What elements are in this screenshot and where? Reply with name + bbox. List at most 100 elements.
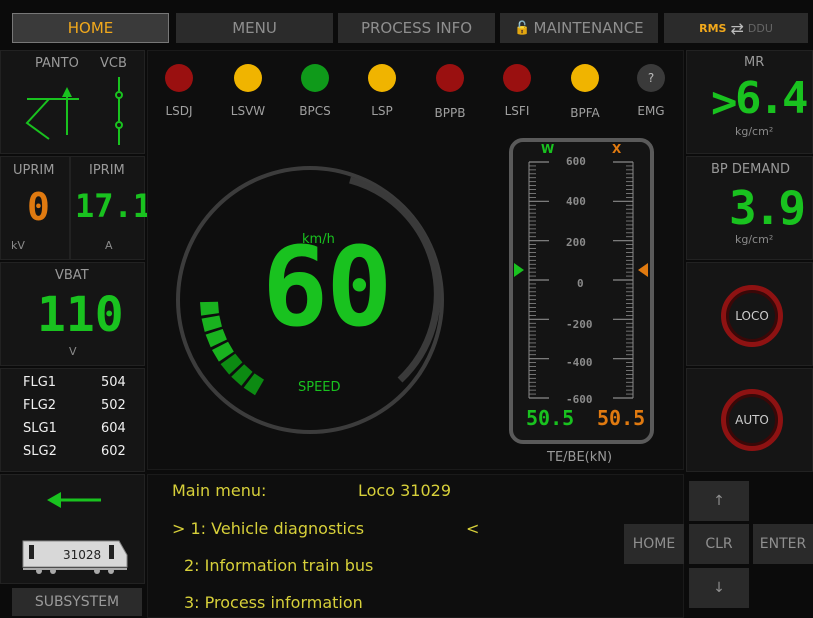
tebe-right-value: 50.5: [597, 406, 646, 430]
iprim-value: 17.1: [75, 187, 153, 225]
tab-rms-ddu[interactable]: RMS ⇄ DDU: [664, 13, 808, 43]
iprim-unit: A: [105, 239, 113, 252]
tebe-tick-label: -200: [566, 318, 593, 331]
home-button-label: HOME: [632, 536, 676, 552]
mr-label: MR: [744, 55, 765, 70]
lamp-label: LSVW: [230, 104, 266, 118]
clear-button-label: CLR: [705, 536, 733, 552]
panto-vcb-panel: PANTO VCB: [0, 50, 145, 154]
tebe-caption: TE/BE(kN): [547, 450, 613, 465]
flag-value: 504: [101, 375, 126, 390]
bp-demand-unit: kg/cm²: [735, 233, 774, 246]
vbat-label: VBAT: [55, 268, 89, 283]
lamp-lsvw-indicator: [234, 64, 262, 92]
lamp-emg-indicator: ?: [637, 64, 665, 92]
arrow-left-icon: [47, 492, 101, 508]
bp-demand-value: 3.9: [729, 181, 806, 235]
speed-value: 60: [262, 223, 392, 351]
loco-button[interactable]: LOCO: [721, 285, 783, 347]
mr-value-prefix: >: [711, 77, 738, 128]
lamp-label: LSDJ: [165, 104, 193, 118]
lock-icon: 🔓: [514, 20, 531, 36]
lamp-label: LSFI: [504, 104, 530, 118]
vcb-label: VCB: [100, 56, 127, 71]
tebe-tick-label: 200: [566, 236, 586, 249]
subsystem-button[interactable]: SUBSYSTEM: [12, 588, 142, 616]
panto-label: PANTO: [35, 56, 79, 71]
rms-label: RMS: [699, 21, 727, 35]
tebe-right-marker: [638, 263, 648, 277]
menu-item-vehicle-diagnostics[interactable]: > 1: Vehicle diagnostics: [172, 519, 364, 538]
lamp-bpfa-indicator: [571, 64, 599, 92]
flag-name: FLG2: [23, 398, 57, 413]
tebe-x-label: X: [612, 142, 622, 156]
arrow-up-icon: ↑: [713, 493, 725, 509]
lamp-lsfi-indicator: [503, 64, 531, 92]
flag-value: 502: [101, 398, 126, 413]
lamp-label: LSP: [371, 104, 393, 118]
menu-item-process-information[interactable]: 3: Process information: [184, 593, 363, 612]
tebe-tick-label: -600: [566, 393, 593, 406]
menu-loco: Loco 31029: [358, 481, 451, 500]
tab-home-label: HOME: [67, 19, 114, 37]
tebe-tick-label: 400: [566, 195, 586, 208]
uprim-value: 0: [27, 185, 50, 229]
loco-direction-panel: 31028: [0, 474, 145, 584]
bp-demand-panel: BP DEMAND 3.9 kg/cm²: [686, 156, 813, 260]
enter-button-label: ENTER: [759, 536, 807, 552]
auto-button-panel: AUTO: [686, 368, 813, 472]
tab-process-info[interactable]: PROCESS INFO: [338, 13, 495, 43]
subsystem-label: SUBSYSTEM: [34, 594, 120, 610]
tebe-tick-label: -400: [566, 356, 593, 369]
vcb-breaker-icon: [115, 77, 123, 145]
lamp-lsdj-indicator: [165, 64, 193, 92]
flag-list: FLG1 504 FLG2 502 SLG1 604 SLG2 602: [0, 368, 145, 472]
help-icon: ?: [647, 71, 655, 85]
ddu-label: DDU: [747, 21, 773, 35]
clear-button[interactable]: CLR: [689, 524, 749, 564]
menu-cursor-end: <: [466, 519, 480, 538]
flag-name: FLG1: [23, 375, 57, 390]
loco-number: 31028: [63, 548, 102, 562]
flag-value: 602: [101, 444, 126, 459]
flag-value: 604: [101, 421, 126, 436]
menu-item-information-train-bus[interactable]: 2: Information train bus: [184, 556, 373, 575]
vbat-unit: V: [69, 345, 77, 358]
lamp-label: BPFA: [570, 106, 600, 120]
down-button[interactable]: ↓: [689, 568, 749, 608]
tab-maintenance[interactable]: 🔓 MAINTENANCE: [500, 13, 658, 43]
uprim-unit: kV: [11, 239, 25, 252]
mr-panel: MR > 6.4 kg/cm²: [686, 50, 813, 154]
lamp-bpcs-indicator: [301, 64, 329, 92]
speed-label: SPEED: [298, 380, 341, 395]
bp-demand-label: BP DEMAND: [711, 162, 790, 177]
menu-title: Main menu:: [172, 481, 267, 500]
loco-button-label: LOCO: [735, 309, 769, 323]
vbat-value: 110: [37, 287, 124, 343]
iprim-label: IPRIM: [89, 163, 125, 178]
lamp-bppb-indicator: [436, 64, 464, 92]
home-button[interactable]: HOME: [624, 524, 684, 564]
speed-segment: [201, 315, 222, 332]
swap-arrows-icon: ⇄: [730, 18, 744, 38]
lamp-lsp-indicator: [368, 64, 396, 92]
flag-name: SLG1: [23, 421, 57, 436]
tebe-tick-label: 600: [566, 155, 586, 168]
auto-button-label: AUTO: [735, 413, 769, 427]
lamp-label: EMG: [637, 104, 665, 118]
uprim-label: UPRIM: [13, 163, 55, 178]
tab-menu[interactable]: MENU: [176, 13, 333, 43]
tab-home[interactable]: HOME: [12, 13, 169, 43]
tab-process-info-label: PROCESS INFO: [360, 19, 473, 37]
lamp-label: BPCS: [299, 104, 331, 118]
mr-value: 6.4: [735, 73, 809, 124]
auto-button[interactable]: AUTO: [721, 389, 783, 451]
up-button[interactable]: ↑: [689, 481, 749, 521]
mr-unit: kg/cm²: [735, 125, 774, 138]
tebe-w-label: W: [541, 142, 555, 156]
enter-button[interactable]: ENTER: [753, 524, 813, 564]
tebe-tick-label: 0: [577, 277, 584, 290]
loco-button-panel: LOCO: [686, 262, 813, 366]
pantograph-icon: [25, 87, 79, 140]
lamp-label: BPPB: [434, 106, 466, 120]
